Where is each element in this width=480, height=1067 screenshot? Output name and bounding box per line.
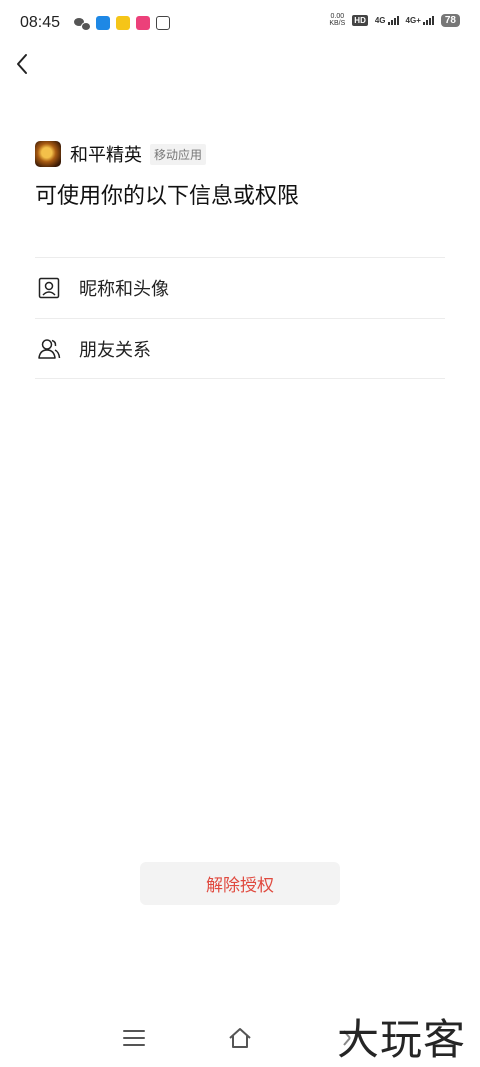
notification-icons bbox=[74, 16, 171, 31]
hd-badge: HD bbox=[352, 14, 368, 26]
profile-card-icon bbox=[38, 277, 60, 299]
signal-icon bbox=[422, 15, 434, 25]
watermark: 大玩客 bbox=[336, 1015, 466, 1064]
status-time: 08:45 bbox=[20, 14, 61, 31]
signal-sim1: 4G bbox=[375, 15, 399, 25]
document-icon bbox=[156, 16, 171, 30]
permission-label: 朋友关系 bbox=[79, 339, 151, 361]
signal-icon bbox=[387, 15, 399, 25]
permission-list: 昵称和头像 朋友关系 bbox=[35, 257, 445, 379]
app-type-badge: 移动应用 bbox=[150, 143, 207, 165]
home-icon[interactable] bbox=[227, 1025, 253, 1051]
menu-icon[interactable] bbox=[123, 1030, 145, 1048]
chevron-left-icon bbox=[17, 54, 27, 74]
page-title: 可使用你的以下信息或权限 bbox=[35, 184, 300, 209]
net-speed: 0.00 KB/S bbox=[329, 13, 346, 27]
friends-icon bbox=[38, 338, 61, 359]
back-button[interactable] bbox=[12, 50, 36, 78]
notification-app-icon bbox=[136, 16, 151, 30]
app-name: 和平精英 bbox=[70, 145, 142, 166]
notification-app-icon bbox=[96, 16, 111, 30]
permission-item-friends: 朋友关系 bbox=[35, 318, 445, 379]
status-bar: 08:45 0.00 KB/S HD 4G 4G+ 78 bbox=[0, 0, 480, 46]
signal-sim2: 4G+ bbox=[406, 15, 434, 25]
app-info: 和平精英 移动应用 bbox=[35, 141, 207, 167]
permission-item-profile: 昵称和头像 bbox=[35, 257, 445, 318]
notification-app-icon bbox=[116, 16, 131, 30]
permission-label: 昵称和头像 bbox=[79, 279, 169, 300]
app-logo-icon bbox=[35, 141, 61, 167]
system-indicators: 0.00 KB/S HD 4G 4G+ 78 bbox=[329, 13, 460, 27]
battery-icon: 78 bbox=[440, 13, 460, 27]
revoke-authorization-button[interactable]: 解除授权 bbox=[140, 862, 340, 905]
wechat-icon bbox=[74, 16, 92, 31]
